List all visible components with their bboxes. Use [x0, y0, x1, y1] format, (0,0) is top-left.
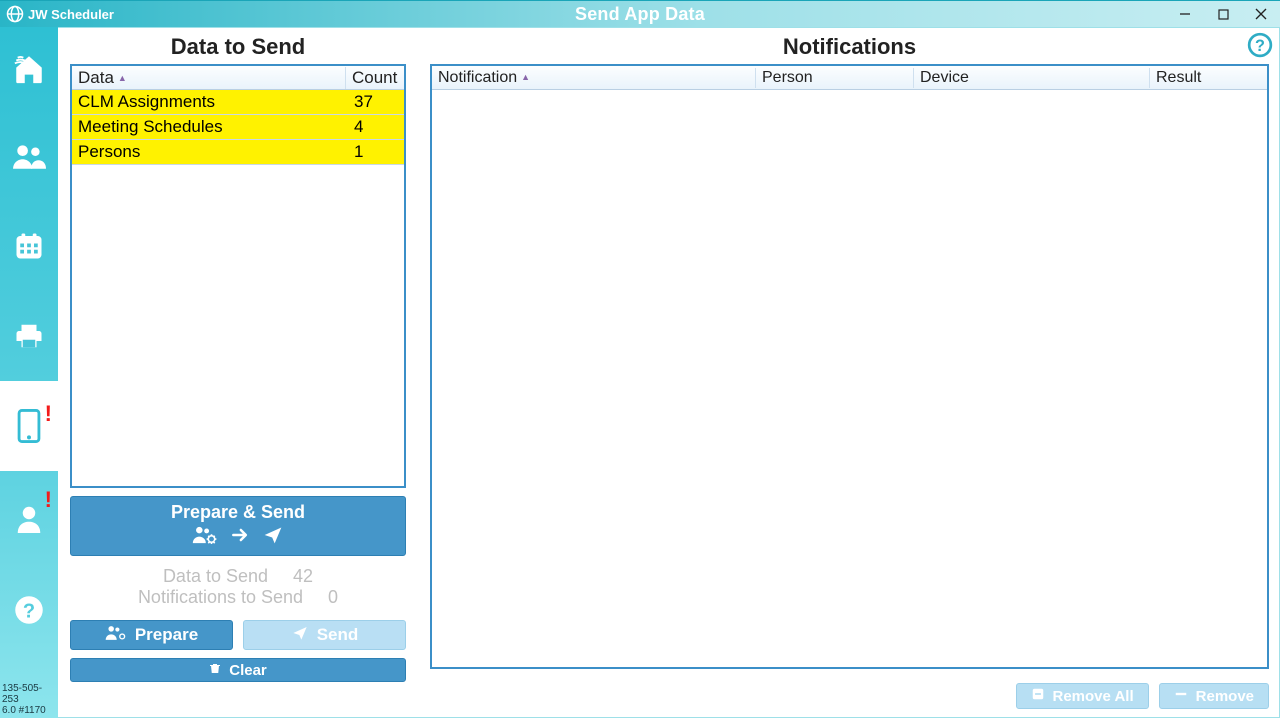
table-row[interactable]: CLM Assignments37: [72, 90, 404, 115]
data-to-send-panel: Data to Send Data▲ Count CLM Assignments…: [70, 34, 406, 709]
nav-attendant[interactable]: !: [0, 471, 58, 565]
nav-help[interactable]: ?: [0, 565, 58, 655]
window-controls: [1166, 1, 1280, 27]
send-icon: [262, 525, 284, 550]
svg-text:?: ?: [1255, 37, 1265, 55]
notifications-grid-header: Notification▲ Person Device Result: [432, 66, 1267, 90]
sidebar: ! ! ? 135-505-253 6.0 #1170: [0, 27, 58, 718]
data-grid[interactable]: Data▲ Count CLM Assignments37 Meeting Sc…: [70, 64, 406, 488]
remove-button[interactable]: Remove: [1159, 683, 1269, 709]
data-heading: Data to Send: [70, 34, 406, 60]
table-row[interactable]: Persons1: [72, 140, 404, 165]
data-grid-header: Data▲ Count: [72, 66, 404, 90]
remove-all-button[interactable]: Remove All: [1016, 683, 1149, 709]
close-button[interactable]: [1242, 1, 1280, 27]
clear-button[interactable]: Clear: [70, 658, 406, 682]
nav-mobile[interactable]: !: [0, 381, 58, 471]
window-title: Send App Data: [0, 4, 1280, 25]
trash-icon: [209, 661, 221, 679]
status-info: 135-505-253 6.0 #1170: [2, 683, 58, 716]
app-icon: [6, 5, 24, 23]
send-icon: [291, 625, 309, 646]
col-count[interactable]: Count: [346, 67, 404, 89]
arrow-right-icon: [230, 525, 250, 550]
alert-icon: !: [45, 487, 52, 513]
main-content: Data to Send Data▲ Count CLM Assignments…: [58, 27, 1280, 718]
col-data[interactable]: Data▲: [72, 67, 346, 89]
minimize-button[interactable]: [1166, 1, 1204, 27]
sort-icon: ▲: [118, 73, 127, 83]
app-name: JW Scheduler: [28, 7, 114, 22]
prepare-and-send-button[interactable]: Prepare & Send: [70, 496, 406, 556]
people-gear-icon: [192, 525, 218, 550]
nav-calendar[interactable]: [0, 201, 58, 291]
nav-home[interactable]: [0, 27, 58, 111]
remove-all-icon: [1031, 687, 1045, 705]
sort-icon: ▲: [521, 72, 530, 82]
summary: Data to Send 42 Notifications to Send 0: [70, 566, 406, 608]
table-row[interactable]: Meeting Schedules4: [72, 115, 404, 140]
col-result[interactable]: Result: [1150, 68, 1267, 88]
col-device[interactable]: Device: [914, 68, 1150, 88]
nav-print[interactable]: [0, 291, 58, 381]
alert-icon: !: [45, 401, 52, 427]
help-button[interactable]: ?: [1247, 32, 1273, 58]
maximize-button[interactable]: [1204, 1, 1242, 27]
col-person[interactable]: Person: [756, 68, 914, 88]
minus-icon: [1174, 687, 1188, 705]
title-bar: JW Scheduler Send App Data: [0, 0, 1280, 27]
col-notification[interactable]: Notification▲: [432, 68, 756, 88]
people-gear-icon: [105, 624, 127, 647]
notifications-panel: ? Notifications Notification▲ Person Dev…: [430, 34, 1269, 709]
send-button: Send: [243, 620, 406, 650]
prepare-button[interactable]: Prepare: [70, 620, 233, 650]
svg-text:?: ?: [23, 601, 35, 623]
nav-persons[interactable]: [0, 111, 58, 201]
notifications-heading: Notifications: [430, 34, 1269, 60]
notifications-grid[interactable]: Notification▲ Person Device Result: [430, 64, 1269, 669]
